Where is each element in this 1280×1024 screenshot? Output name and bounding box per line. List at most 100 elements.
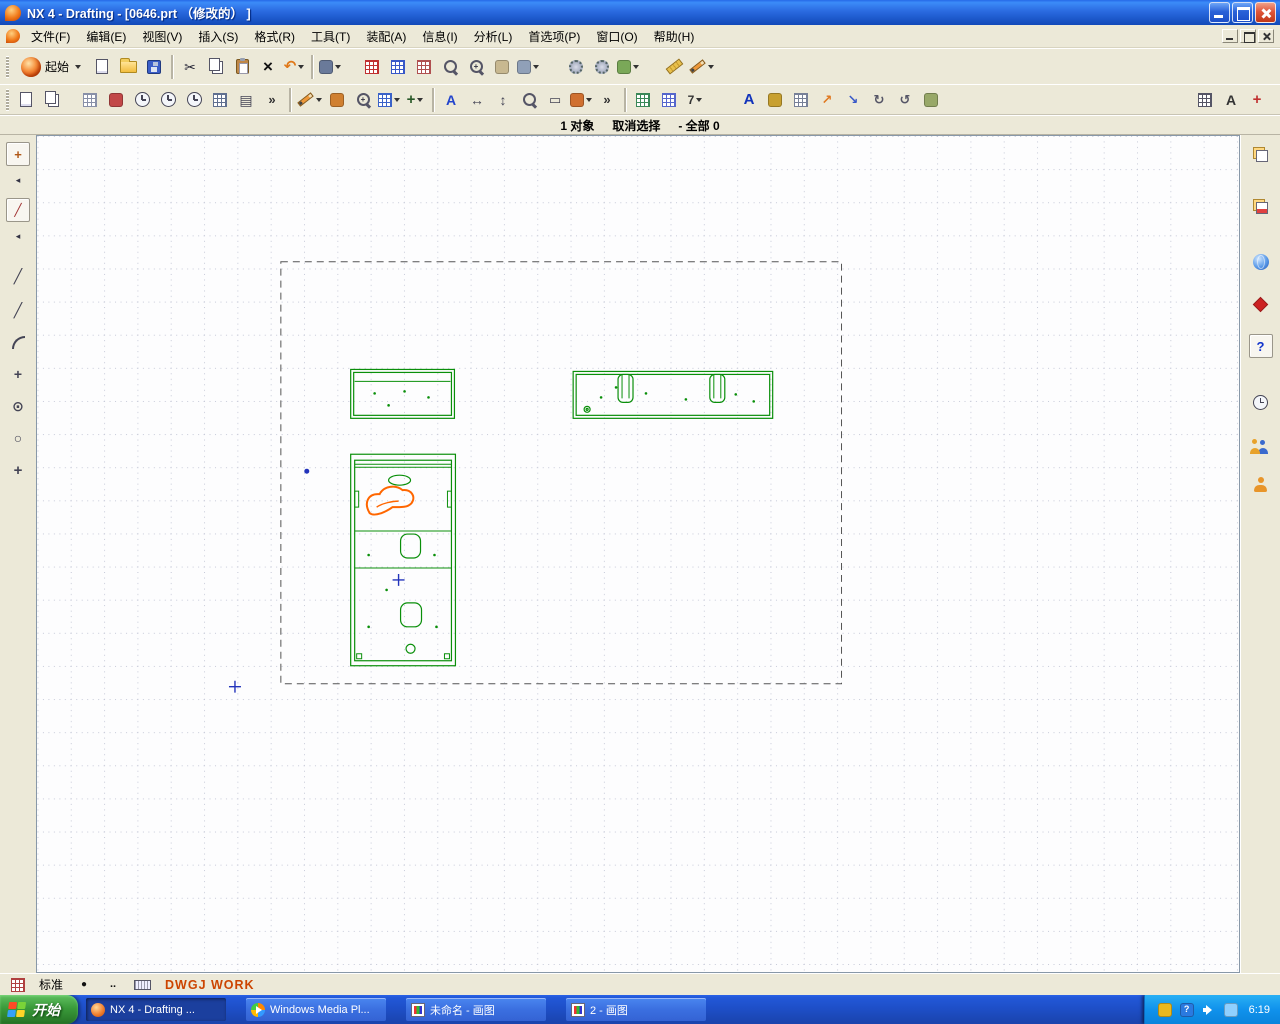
id-symbol-button[interactable]: 7 xyxy=(683,88,707,112)
snap-expand-button[interactable]: ◂ xyxy=(6,168,30,192)
expression-button[interactable] xyxy=(1193,88,1217,112)
taskbar-task-nx[interactable]: NX 4 - Drafting ... xyxy=(86,998,226,1021)
pattern-button[interactable] xyxy=(78,88,102,112)
toolbar-grip[interactable] xyxy=(6,55,9,78)
text-button[interactable]: A xyxy=(439,88,463,112)
contacts-button[interactable] xyxy=(1249,434,1273,458)
cut-button[interactable]: ✂ xyxy=(178,55,202,79)
profile-tool-button[interactable]: ╱ xyxy=(6,198,30,222)
fit-view-button[interactable] xyxy=(412,55,436,79)
dropdown-arrow-icon[interactable] xyxy=(533,65,540,72)
profile-expand-button[interactable]: ◂ xyxy=(6,224,30,248)
toolbar-grip[interactable] xyxy=(6,88,9,111)
paste-button[interactable] xyxy=(230,55,254,79)
more-status-icon[interactable]: .. xyxy=(101,973,125,997)
create-button[interactable]: + xyxy=(1245,88,1269,112)
tabular-note-button[interactable] xyxy=(631,88,655,112)
shaded-view-button[interactable] xyxy=(564,55,588,79)
selection-filter-button[interactable] xyxy=(318,55,342,79)
dropdown-arrow-icon[interactable] xyxy=(708,65,715,72)
time-stamp-button[interactable] xyxy=(130,88,154,112)
update-display-button[interactable] xyxy=(386,55,410,79)
new-file-button[interactable] xyxy=(90,55,114,79)
gauge-button[interactable] xyxy=(182,88,206,112)
volume-tray-icon[interactable] xyxy=(1201,1002,1217,1018)
wavelink-button[interactable] xyxy=(104,88,128,112)
new-sheet-button[interactable] xyxy=(14,88,38,112)
measure-distance-button[interactable] xyxy=(662,55,686,79)
save-button[interactable] xyxy=(142,55,166,79)
menu-tools[interactable]: 工具(T) xyxy=(303,25,358,48)
rotate-view-button[interactable] xyxy=(516,55,540,79)
taskbar-task-wmp[interactable]: Windows Media Pl... xyxy=(246,998,386,1021)
more-tools-button[interactable]: » xyxy=(260,88,284,112)
restore-button[interactable] xyxy=(1232,2,1253,23)
view-project-button[interactable]: ↘ xyxy=(841,88,865,112)
mdi-restore-button[interactable] xyxy=(1240,29,1256,43)
start-button[interactable]: 开始 xyxy=(0,995,78,1024)
menu-assemblies[interactable]: 装配(A) xyxy=(358,25,414,48)
constraint-button[interactable] xyxy=(156,88,180,112)
toolbar-preset-label[interactable]: 标准 xyxy=(35,975,67,994)
view-rotate-button[interactable]: ↻ xyxy=(867,88,891,112)
view-orient-button[interactable]: ↗ xyxy=(815,88,839,112)
line-tool-button[interactable]: ╱ xyxy=(6,264,30,288)
pan-view-button[interactable] xyxy=(490,55,514,79)
close-button[interactable] xyxy=(1255,2,1276,23)
language-tray-icon[interactable] xyxy=(1157,1002,1173,1018)
menu-information[interactable]: 信息(I) xyxy=(414,25,465,48)
text-style-button[interactable]: A xyxy=(1219,88,1243,112)
section-line-button[interactable] xyxy=(789,88,813,112)
vertical-dimension-button[interactable]: ↕ xyxy=(491,88,515,112)
keyboard-status-icon[interactable] xyxy=(130,973,154,997)
snap-point-button[interactable]: + xyxy=(6,142,30,166)
annotation-editor-button[interactable]: A xyxy=(737,88,761,112)
dropdown-arrow-icon[interactable] xyxy=(696,98,703,105)
point-tool-button[interactable]: + xyxy=(6,458,30,482)
dropdown-arrow-icon[interactable] xyxy=(633,65,640,72)
mdi-minimize-button[interactable] xyxy=(1222,29,1238,43)
layer-settings-button[interactable]: ▤ xyxy=(234,88,258,112)
parts-list-button[interactable] xyxy=(657,88,681,112)
sketch-button[interactable] xyxy=(296,88,323,112)
dropdown-arrow-icon[interactable] xyxy=(586,98,592,105)
menu-format[interactable]: 格式(R) xyxy=(246,25,303,48)
circle-tool-button[interactable]: ○ xyxy=(6,426,30,450)
menu-window[interactable]: 窗口(O) xyxy=(588,25,645,48)
delete-button[interactable]: × xyxy=(256,55,280,79)
dropdown-arrow-icon[interactable] xyxy=(335,65,342,72)
target-point-button[interactable] xyxy=(569,88,593,112)
display-appearance-button[interactable] xyxy=(616,55,640,79)
drawing-canvas[interactable] xyxy=(36,135,1240,973)
arc-tool-button[interactable] xyxy=(6,330,30,354)
record-status-icon[interactable]: ● xyxy=(72,973,96,997)
part-navigator-button[interactable] xyxy=(1249,194,1273,218)
title-bar[interactable]: NX 4 - Drafting - [0646.prt （修改的） ] xyxy=(0,0,1280,25)
dropdown-arrow-icon[interactable] xyxy=(75,65,82,72)
network-tray-icon[interactable] xyxy=(1223,1002,1239,1018)
messenger-tray-icon[interactable]: ? xyxy=(1179,1002,1195,1018)
grid-settings-button[interactable] xyxy=(377,88,401,112)
circle-center-tool-button[interactable]: ⊙ xyxy=(6,394,30,418)
more-annotation-button[interactable]: » xyxy=(595,88,619,112)
history-clock-button[interactable] xyxy=(1249,390,1273,414)
arc-center-tool-button[interactable]: + xyxy=(6,362,30,386)
menu-preferences[interactable]: 首选项(P) xyxy=(520,25,588,48)
undo-button[interactable]: ↶ xyxy=(282,55,306,79)
menu-insert[interactable]: 插入(S) xyxy=(190,25,246,48)
mdi-close-button[interactable] xyxy=(1258,29,1274,43)
assembly-navigator-button[interactable] xyxy=(1249,142,1273,166)
visualization-status-icon[interactable] xyxy=(6,973,30,997)
minimize-button[interactable] xyxy=(1209,2,1230,23)
dropdown-arrow-icon[interactable] xyxy=(394,98,400,105)
menu-edit[interactable]: 编辑(E) xyxy=(78,25,134,48)
open-file-button[interactable] xyxy=(116,55,140,79)
display-color-button[interactable] xyxy=(325,88,349,112)
dropdown-arrow-icon[interactable] xyxy=(316,98,322,105)
appearance-button[interactable] xyxy=(763,88,787,112)
taskbar-task-paint[interactable]: 未命名 - 画图 xyxy=(406,998,546,1021)
menu-analysis[interactable]: 分析(L) xyxy=(466,25,521,48)
copy-button[interactable] xyxy=(204,55,228,79)
drafting-viewport[interactable] xyxy=(37,136,1239,972)
menu-view[interactable]: 视图(V) xyxy=(134,25,190,48)
